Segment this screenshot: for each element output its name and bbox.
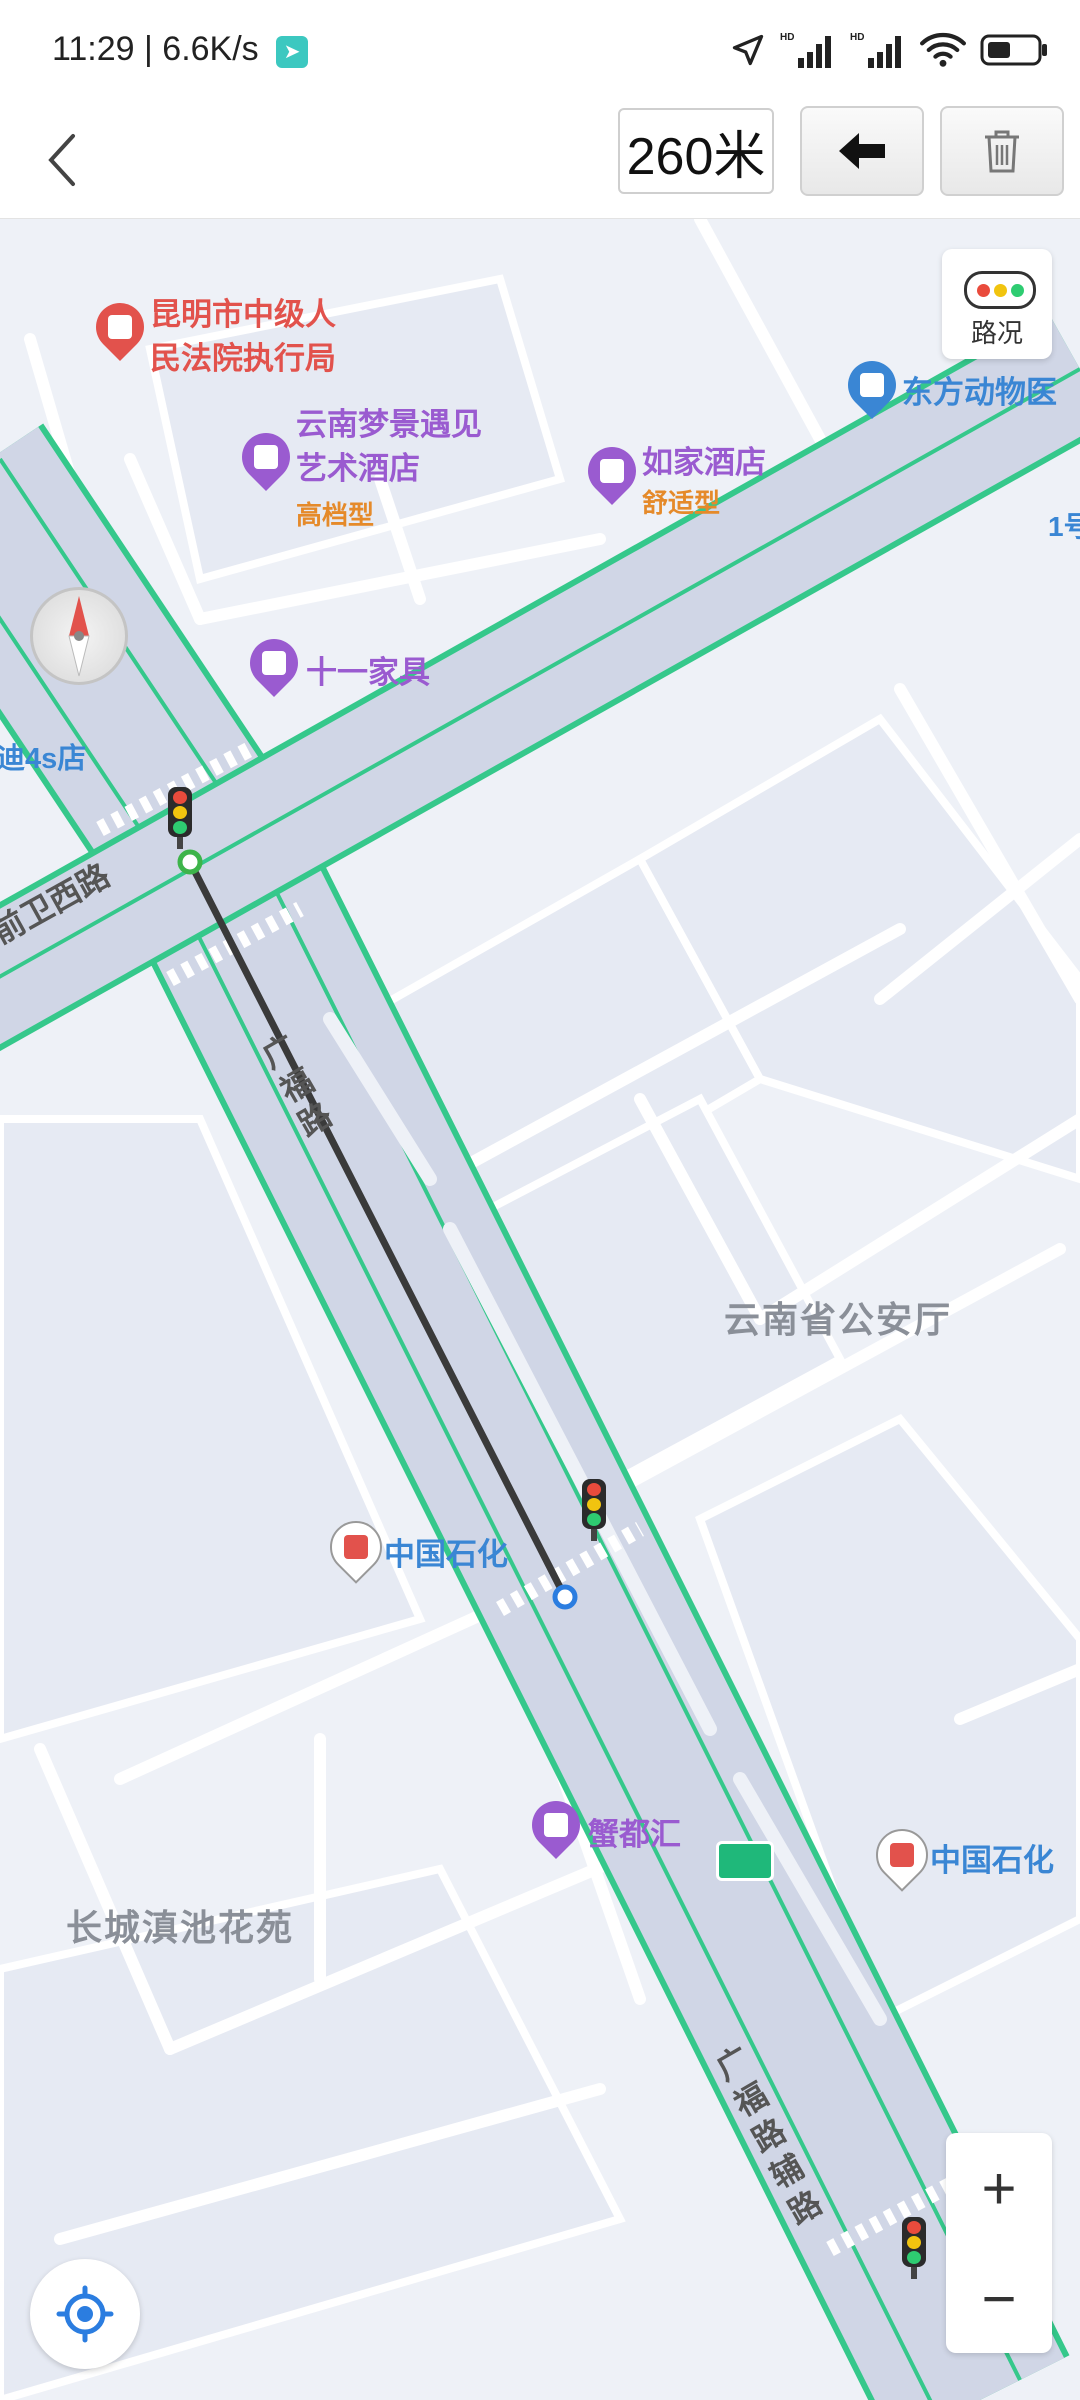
delete-button[interactable] <box>940 106 1064 196</box>
poi-right-edge[interactable]: 1号 <box>1048 505 1080 545</box>
area-police-dept: 云南省公安厅 <box>724 1299 953 1340</box>
zoom-controls: + − <box>946 2133 1052 2353</box>
poi-hotel2-name[interactable]: 如家酒店 <box>642 437 766 482</box>
poi-sinopec2[interactable]: 中国石化 <box>930 1835 1054 1880</box>
status-bar: 11:29 | 6.6K/s ➤ HD HD <box>0 0 1080 100</box>
locate-icon <box>56 2285 114 2343</box>
area-garden: 长城滇池花苑 <box>66 1907 295 1948</box>
svg-text:HD: HD <box>780 32 794 43</box>
trash-icon <box>985 130 1019 173</box>
poi-crab[interactable]: 蟹都汇 <box>588 1809 681 1854</box>
traffic-label: 路况 <box>970 318 1023 348</box>
back-button[interactable] <box>32 120 92 200</box>
measure-toolbar: 260米 <box>0 100 1080 219</box>
bus-stop-icon[interactable] <box>716 1841 774 1881</box>
telegram-icon: ➤ <box>276 36 308 68</box>
poi-hotel2-type: 舒适型 <box>642 488 721 518</box>
signal-icon: HD <box>780 32 831 68</box>
zoom-out-button[interactable]: − <box>946 2243 1052 2353</box>
poi-hotel1-type: 高档型 <box>296 500 375 530</box>
back-icon <box>48 134 75 186</box>
poi-hotel1-line2[interactable]: 艺术酒店 <box>296 443 420 488</box>
locate-button[interactable] <box>30 2259 140 2369</box>
distance-readout: 260米 <box>618 108 774 194</box>
location-arrow-icon <box>732 34 764 66</box>
traffic-light-icon <box>964 271 1036 309</box>
compass-button[interactable] <box>30 587 128 685</box>
battery-icon <box>980 34 1047 66</box>
status-time-speed: 11:29 | 6.6K/s <box>52 30 259 68</box>
poi-furniture[interactable]: 十一家具 <box>306 647 430 692</box>
traffic-toggle-button[interactable]: 路况 <box>942 249 1052 359</box>
map-view[interactable]: 昆明市中级人 民法院执行局 云南梦景遇见 艺术酒店 高档型 如家酒店 舒适型 东… <box>0 219 1080 2400</box>
poi-animal-hospital[interactable]: 东方动物医 <box>902 367 1057 412</box>
undo-arrow-icon <box>839 133 885 169</box>
poi-hotel1-line1[interactable]: 云南梦景遇见 <box>296 399 482 444</box>
traffic-light-icon <box>902 2217 926 2279</box>
compass-icon <box>68 596 90 677</box>
undo-button[interactable] <box>800 106 924 196</box>
poi-sinopec1[interactable]: 中国石化 <box>384 1529 508 1574</box>
svg-text:HD: HD <box>850 32 864 43</box>
measure-end-point[interactable] <box>552 1584 578 1610</box>
poi-court-line1[interactable]: 昆明市中级人 <box>150 289 336 334</box>
zoom-in-button[interactable]: + <box>946 2133 1052 2243</box>
traffic-light-icon <box>168 787 192 849</box>
poi-4s-shop[interactable]: 迪4s店 <box>0 735 86 777</box>
measure-start-point[interactable] <box>177 849 203 875</box>
poi-court-line2[interactable]: 民法院执行局 <box>150 333 336 378</box>
wifi-icon <box>920 33 966 67</box>
status-icons: HD HD <box>730 28 1050 72</box>
signal-icon: HD <box>850 32 901 68</box>
traffic-light-icon <box>582 1479 606 1541</box>
